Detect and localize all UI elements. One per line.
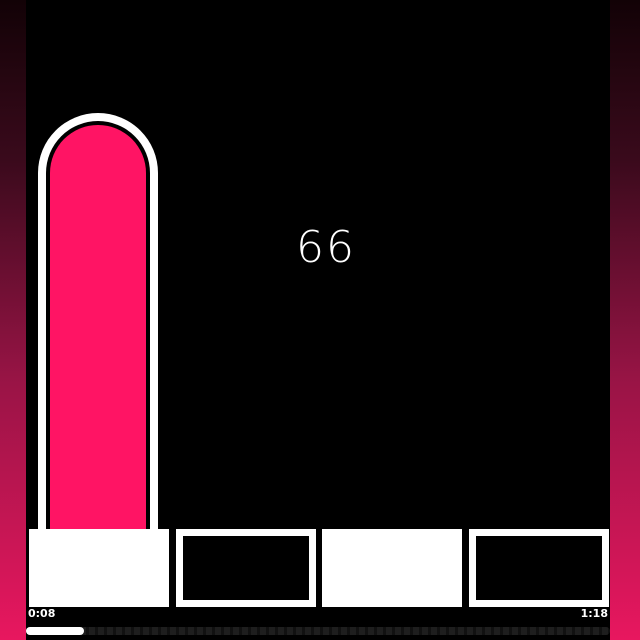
elapsed-time: 0:08 — [28, 607, 56, 620]
tile-2[interactable] — [176, 529, 316, 607]
left-gradient-bar — [0, 0, 26, 640]
tile-3[interactable] — [322, 529, 462, 607]
level-meter-fill — [50, 125, 146, 537]
game-stage: 66 0:08 1:18 — [26, 0, 610, 640]
level-meter-tube — [38, 113, 158, 537]
total-time: 1:18 — [580, 607, 608, 620]
video-progress-bar[interactable] — [26, 627, 610, 635]
video-progress-fill — [26, 627, 84, 635]
tile-4[interactable] — [469, 529, 609, 607]
right-gradient-bar — [610, 0, 640, 640]
video-frame: 66 0:08 1:18 — [0, 0, 640, 640]
tile-1[interactable] — [29, 529, 169, 607]
